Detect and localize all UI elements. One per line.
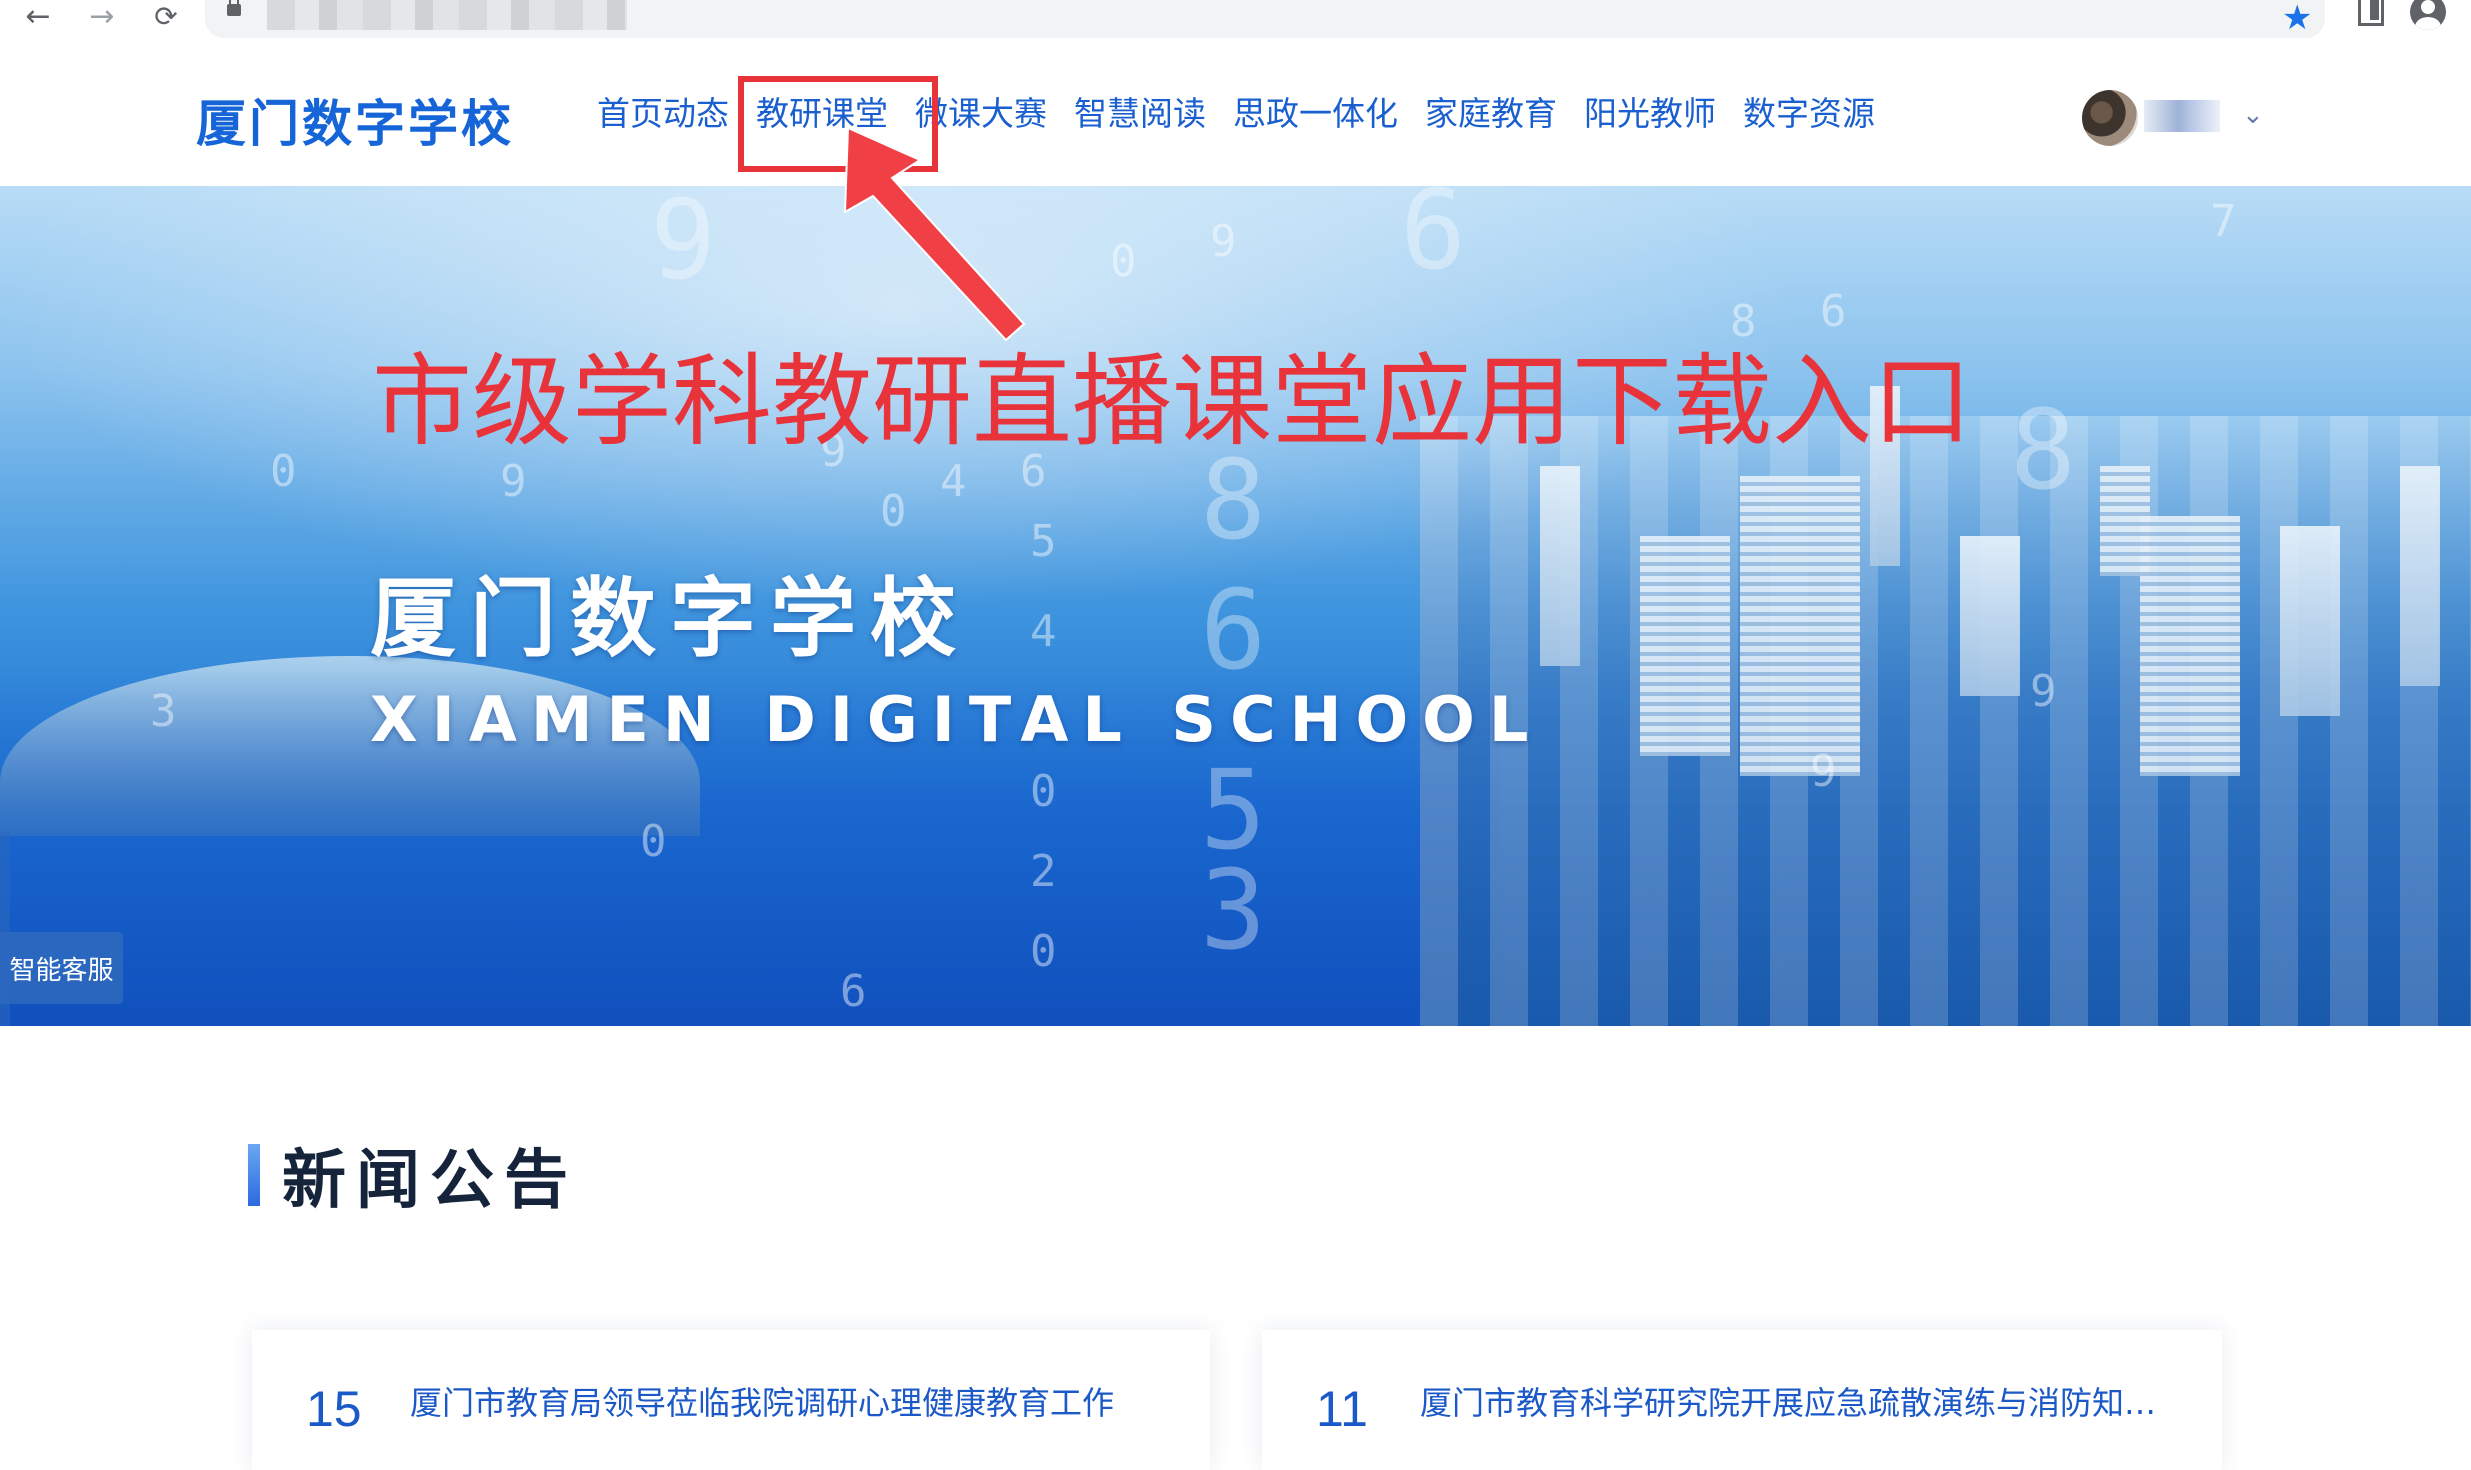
section-title: 新闻公告 — [282, 1144, 578, 1218]
news-section-heading: 新闻公告 — [248, 1142, 578, 1218]
annotation-arrow-icon — [843, 126, 1026, 342]
news-title-link[interactable]: 厦门市教育局领导莅临我院调研心理健康教育工作 — [410, 1378, 1114, 1424]
news-date: 11 — [1316, 1381, 1368, 1437]
section-accent-bar — [248, 1144, 260, 1206]
news-title-link[interactable]: 厦门市教育科学研究院开展应急疏散演练与消防知… — [1420, 1378, 2160, 1424]
news-card[interactable]: 11 厦门市教育科学研究院开展应急疏散演练与消防知… — [1262, 1330, 2222, 1470]
news-date: 15 — [306, 1381, 362, 1437]
news-card[interactable]: 15 厦门市教育局领导莅临我院调研心理健康教育工作 — [252, 1330, 1210, 1470]
